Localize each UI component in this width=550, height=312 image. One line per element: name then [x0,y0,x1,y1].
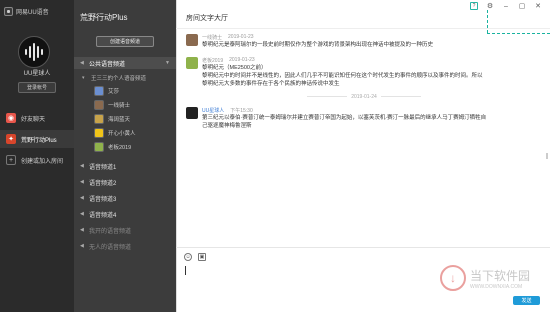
message-input[interactable] [185,266,186,275]
watermark: ↓ 当下软件园 WWW.DOWNXIA.COM [440,265,530,291]
watermark-logo-icon: ↓ [440,265,466,291]
game-icon: ✦ [6,134,16,144]
message-text: 黎明纪元是泰阿瑞尔的一段史前时期仅作为整个游戏的背景架构出现在神话中被提及的一种… [202,42,434,48]
message-author[interactable]: 老板2019 [202,57,223,64]
channel-label: 我开的语音频道 [89,228,132,235]
member-name: 开心小黄人 [108,130,136,137]
highlight-guide [487,10,488,33]
member-avatar [94,113,104,124]
maximize-icon[interactable]: ▢ [518,2,526,10]
image-icon[interactable]: ▣ [198,253,206,261]
login-button[interactable]: 登录帐号 [18,82,56,93]
message-avatar[interactable] [186,107,198,119]
channel-label: 语音频道4 [89,212,117,219]
highlight-guide [487,33,550,34]
watermark-subtitle: WWW.DOWNXIA.COM [470,283,523,290]
member-item[interactable]: 艾莎 [94,84,119,97]
rail-item-label: 好友聊天 [21,116,46,123]
channel-panel-title: 荒野行动Plus [80,13,128,22]
gear-icon[interactable]: ⚙ [486,2,494,10]
message-text: 黎明纪元（ME2500之前） 黎明纪元中的时间并不是线性的，因此人们几乎不可能识… [202,65,483,87]
watermark-title: 当下软件园 [470,268,531,283]
message-time: 2019-01-23 [228,34,254,40]
member-item[interactable]: 老板2019 [94,140,131,153]
rail-item-friends[interactable]: ◉ 好友聊天 [0,109,74,127]
left-rail: 网易UU语音 UU星球人 登录帐号 ◉ 好友聊天 ✦ 荒野行动Plus + 创建… [0,0,74,312]
rail-item-label: 荒野行动Plus [21,137,57,144]
user-avatar[interactable] [18,36,50,68]
channel-label: 语音频道2 [89,180,117,187]
message-author[interactable]: UU星球人 [202,107,224,114]
create-channel-button[interactable]: 创建语音频道 [96,36,154,47]
member-item[interactable]: 海阔蓝天 [94,112,130,125]
message-author[interactable]: 一线骑士 [202,34,222,41]
channel-item[interactable]: ◀ 语音频道4 [74,208,176,220]
plus-icon: + [6,155,16,165]
member-avatar [94,99,104,110]
rail-item-create-room[interactable]: + 创建或加入房间 [0,151,74,169]
input-toolbar: ☺ ▣ [184,253,206,261]
brand: 网易UU语音 [4,5,49,17]
channel-label: 王三三的个人语音频道 [91,76,147,82]
member-item[interactable]: 一线骑士 [94,98,130,111]
channel-label: 无人的语音频道 [89,244,132,251]
speaker-icon: ◀ [80,243,84,249]
divider [176,28,550,29]
member-avatar [94,85,104,96]
send-button[interactable]: 发送 [513,296,540,305]
member-item[interactable]: 开心小黄人 [94,126,136,139]
speaker-icon: ◀ [80,211,84,217]
message-avatar[interactable] [186,34,198,46]
channel-label: 语音频道1 [89,164,117,171]
emoji-icon[interactable]: ☺ [184,253,192,261]
channel-public[interactable]: ◀ 公共语音频道 ▼ [74,57,176,69]
help-icon[interactable]: ? [470,2,478,10]
brand-name: 网易UU语音 [16,9,49,16]
channel-item[interactable]: ◀ 语音频道1 [74,160,176,172]
member-avatar [94,141,104,152]
message-meta: 一线骑士 2019-01-23 [202,34,254,41]
channel-label: 公共语音频道 [89,61,126,68]
member-name: 一线骑士 [108,102,131,109]
user-name: UU星球人 [23,71,51,77]
message-avatar[interactable] [186,57,198,69]
chevron-down-icon: ▾ [82,75,85,81]
room-title: 房间文字大厅 [186,15,228,22]
speaker-icon: ◀ [80,60,84,66]
channel-panel: 荒野行动Plus 创建语音频道 ◀ 公共语音频道 ▼ ▾ 王三三的个人语音频道 … [74,0,176,312]
speaker-icon: ◀ [80,163,84,169]
minimize-icon[interactable]: – [502,2,510,10]
channel-personal[interactable]: ▾ 王三三的个人语音频道 [74,72,176,84]
rail-item-label: 创建或加入房间 [21,158,64,165]
member-name: 艾莎 [108,88,120,95]
channel-item[interactable]: ◀ 无人的语音频道 [74,240,176,252]
brand-logo-icon [4,6,13,16]
window-controls: ? ⚙ – ▢ ✕ [470,2,542,10]
message-text: 第三纪元以泰伯·赛普汀统一泰姆瑞尔并建立赛普汀帝国为起始，以塞芙茨机·赛汀一脉最… [202,115,487,129]
rail-item-game-room[interactable]: ✦ 荒野行动Plus [0,130,74,148]
chevron-down-icon: ▼ [165,60,170,66]
chat-icon: ◉ [6,113,16,123]
message-meta: 老板2019 2019-01-23 [202,57,255,64]
channel-item[interactable]: ◀ 我开的语音频道 [74,224,176,236]
channel-item[interactable]: ◀ 语音频道3 [74,192,176,204]
channel-item[interactable]: ◀ 语音频道2 [74,176,176,188]
message-meta: UU星球人 下午15:30 [202,107,253,114]
input-divider [176,247,550,248]
scrollbar[interactable] [546,153,548,159]
speaker-icon: ◀ [80,227,84,233]
speaker-icon: ◀ [80,195,84,201]
message-time: 2019-01-23 [229,57,255,63]
member-name: 老板2019 [108,144,132,151]
channel-label: 语音频道3 [89,196,117,203]
member-avatar [94,127,104,138]
message-time: 下午15:30 [230,108,253,114]
member-name: 海阔蓝天 [108,116,131,123]
date-separator: 2019-01-24 [177,94,550,100]
close-icon[interactable]: ✕ [534,2,542,10]
date-label: 2019-01-24 [351,94,377,100]
speaker-icon: ◀ [80,179,84,185]
